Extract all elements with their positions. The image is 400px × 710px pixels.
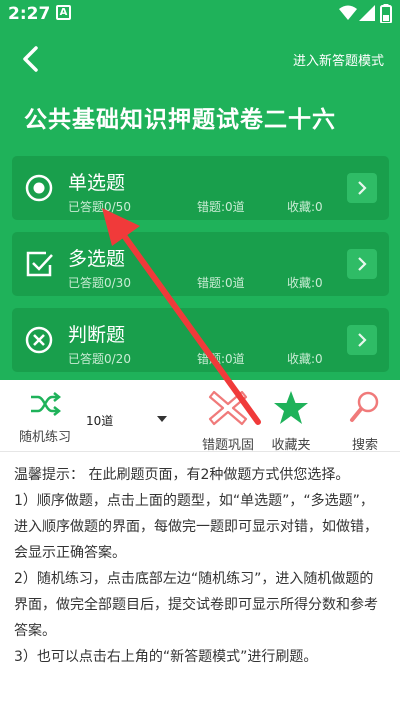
wifi-icon: [339, 5, 357, 20]
shuffle-icon: [31, 392, 62, 416]
header-panel: 进入新答题模式 公共基础知识押题试卷二十六 单选题 已答题0/50 错题:0道 …: [0, 28, 400, 380]
card-title: 单选题: [68, 172, 126, 194]
answered-count: 已答题0/20: [68, 352, 131, 366]
answered-count: 已答题0/30: [68, 276, 131, 290]
circle-x-icon: [25, 326, 53, 354]
new-answer-mode-link[interactable]: 进入新答题模式: [293, 50, 384, 69]
practice-toolbar: 随机练习 10道 错题巩固 收藏夹 搜索: [0, 380, 400, 453]
favorite-count: 收藏:0: [287, 352, 323, 366]
caret-down-icon[interactable]: [157, 416, 167, 422]
wrong-review-button[interactable]: 错题巩固: [192, 390, 264, 453]
wrong-count: 错题:0道: [197, 276, 245, 290]
wrong-review-label: 错题巩固: [201, 438, 254, 453]
signal-icon: [359, 5, 375, 21]
card-arrow-button[interactable]: [347, 325, 377, 355]
cross-mark-icon: [208, 390, 248, 426]
card-title: 多选题: [68, 248, 126, 270]
favorites-button[interactable]: 收藏夹: [264, 390, 318, 453]
tip-paragraph: 3）也可以点击右上角的“新答题模式”进行刷题。: [14, 649, 318, 665]
question-type-card-multiple[interactable]: 多选题 已答题0/30 错题:0道 收藏:0: [12, 232, 389, 296]
tip-paragraph: 2）随机练习，点击底部左边“随机练习”，进入随机做题的界面，做完全部题目后，提交…: [14, 571, 378, 639]
status-bar: 2:27 A: [0, 0, 400, 28]
question-type-card-single[interactable]: 单选题 已答题0/50 错题:0道 收藏:0: [12, 156, 389, 220]
random-practice-button[interactable]: 随机练习: [10, 390, 80, 445]
favorite-count: 收藏:0: [287, 276, 323, 290]
chevron-right-icon: [358, 257, 367, 271]
card-arrow-button[interactable]: [347, 173, 377, 203]
status-time: 2:27: [8, 4, 51, 24]
favorite-count: 收藏:0: [287, 200, 323, 214]
tip-paragraph: 1）顺序做题，点击上面的题型，如“单选题”，“多选题”，进入顺序做题的界面，每做…: [14, 493, 378, 561]
answered-count: 已答题0/50: [68, 200, 131, 214]
wrong-count: 错题:0道: [197, 200, 245, 214]
battery-icon: [380, 4, 392, 23]
tips-section: 温馨提示： 在此刷题页面，有2种做题方式供您选择。 1）顺序做题，点击上面的题型…: [14, 462, 386, 670]
search-icon: [350, 391, 379, 422]
page-title: 公共基础知识押题试卷二十六: [24, 107, 336, 133]
wrong-count: 错题:0道: [197, 352, 245, 366]
back-button[interactable]: [14, 42, 48, 76]
star-icon: [274, 391, 308, 424]
chevron-right-icon: [358, 181, 367, 195]
notification-a-icon: A: [56, 5, 71, 20]
card-title: 判断题: [68, 324, 126, 346]
search-button[interactable]: 搜索: [340, 390, 390, 453]
search-label: 搜索: [351, 438, 378, 453]
checkbox-check-icon: [26, 251, 53, 277]
chevron-right-icon: [358, 333, 367, 347]
chevron-left-icon: [23, 46, 38, 72]
radio-circle-icon: [25, 174, 53, 202]
random-practice-label: 随机练习: [18, 430, 71, 445]
question-count-select[interactable]: 10道: [86, 412, 113, 429]
favorites-label: 收藏夹: [271, 438, 311, 453]
question-type-card-judgment[interactable]: 判断题 已答题0/20 错题:0道 收藏:0: [12, 308, 389, 372]
tip-paragraph: 温馨提示： 在此刷题页面，有2种做题方式供您选择。: [14, 467, 350, 483]
card-arrow-button[interactable]: [347, 249, 377, 279]
